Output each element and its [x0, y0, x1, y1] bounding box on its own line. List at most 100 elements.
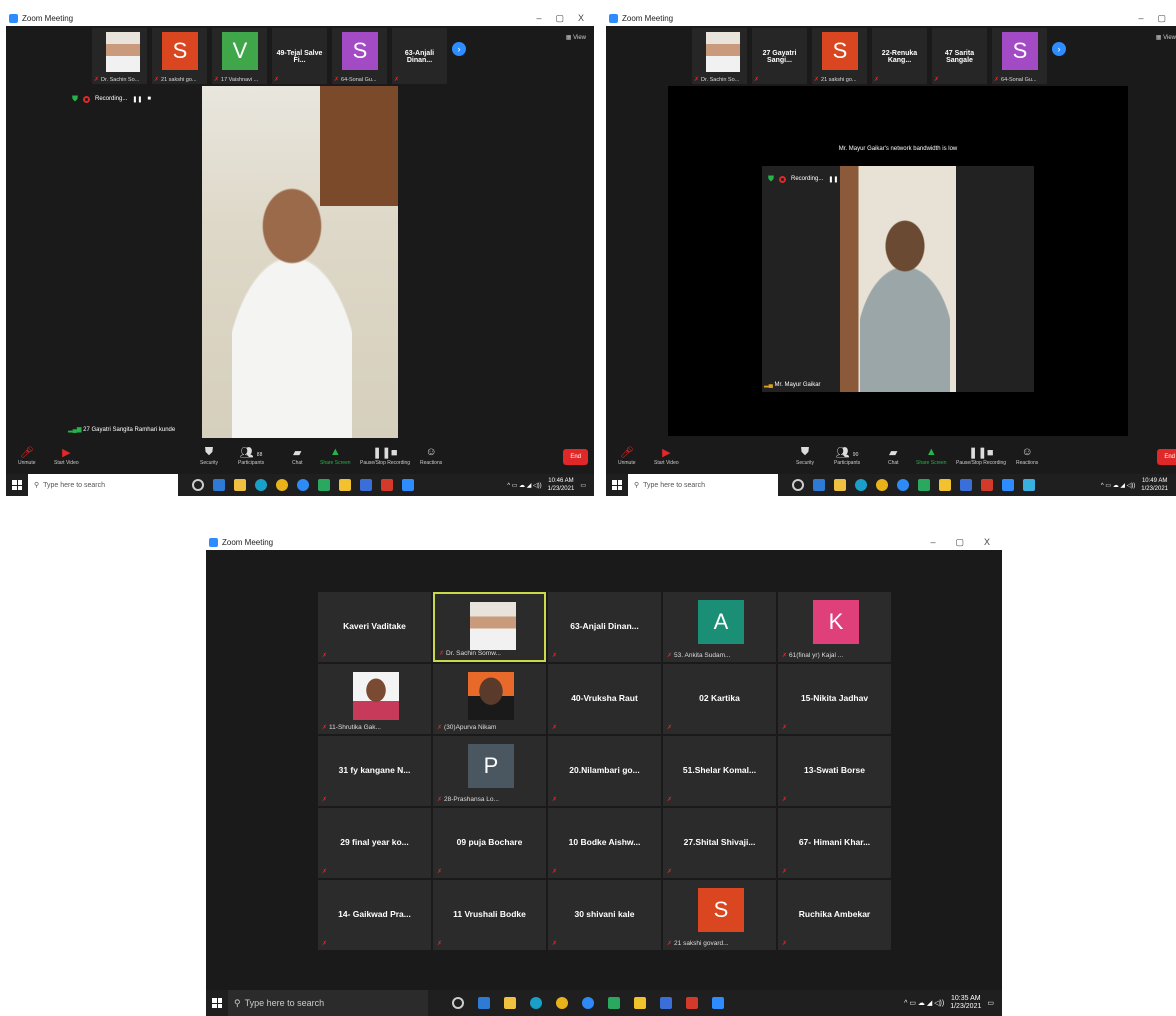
pdf-icon[interactable]: [381, 479, 393, 491]
clock[interactable]: 10:49 AM 1/23/2021: [1141, 477, 1168, 493]
participant-tile[interactable]: 40-Vruksha Raut ✗: [548, 664, 661, 734]
taskbar-search[interactable]: ⚲ Type here to search: [28, 474, 178, 496]
store-icon[interactable]: [478, 997, 490, 1009]
participant-tile[interactable]: 63-Anjali Dinan... ✗: [548, 592, 661, 662]
participant-thumbnail[interactable]: 49-Tejal Salve Fi... ✗: [272, 28, 327, 84]
participant-tile[interactable]: ✗ Dr. Sachin Somw...: [433, 592, 546, 662]
participant-tile[interactable]: 20.Nilambari go... ✗: [548, 736, 661, 806]
tray-icons[interactable]: ^ ▭ ☁ ◢ ◁)): [904, 999, 944, 1007]
chat-button[interactable]: ▰ Chat: [888, 446, 899, 466]
view-button[interactable]: ▦ View: [1156, 34, 1176, 41]
share-screen-button[interactable]: ▲ Share Screen: [320, 446, 351, 466]
lock-icon[interactable]: [834, 479, 846, 491]
participant-tile[interactable]: 51.Shelar Komal... ✗: [663, 736, 776, 806]
participant-tile[interactable]: Kaveri Vaditake ✗: [318, 592, 431, 662]
paint-icon[interactable]: [608, 997, 620, 1009]
edge-icon[interactable]: [255, 479, 267, 491]
stop-recording-icon[interactable]: ■: [147, 96, 151, 102]
end-meeting-button[interactable]: End: [563, 449, 588, 465]
participant-tile[interactable]: 14- Gaikwad Pra... ✗: [318, 880, 431, 950]
lock-icon[interactable]: [504, 997, 516, 1009]
participant-tile[interactable]: K ✗ 61(final yr) Kajal ...: [778, 592, 891, 662]
browser-icon[interactable]: [582, 997, 594, 1009]
participant-tile[interactable]: 11 Vrushali Bodke ✗: [433, 880, 546, 950]
close-button[interactable]: X: [578, 13, 584, 24]
start-video-button[interactable]: ▶︎ Start Video: [54, 446, 79, 466]
files-icon[interactable]: [634, 997, 646, 1009]
participant-tile[interactable]: 67- Himani Khar... ✗: [778, 808, 891, 878]
zoom-taskbar-icon[interactable]: [712, 997, 724, 1009]
edge-icon[interactable]: [855, 479, 867, 491]
participant-thumbnail[interactable]: ✗ Dr. Sachin So...: [692, 28, 747, 84]
participant-tile[interactable]: ✗ 11-Shrutika Gak...: [318, 664, 431, 734]
paint-icon[interactable]: [918, 479, 930, 491]
store-icon[interactable]: [813, 479, 825, 491]
participant-tile[interactable]: Ruchika Ambekar ✗: [778, 880, 891, 950]
participant-thumbnail[interactable]: S ✗ 64-Sonal Gu...: [992, 28, 1047, 84]
minimize-button[interactable]: –: [930, 537, 935, 548]
notifications-icon[interactable]: ▭: [987, 999, 994, 1007]
security-button[interactable]: ⛊ Security: [796, 446, 814, 466]
pdf-icon[interactable]: [686, 997, 698, 1009]
reactions-button[interactable]: ☺ Reactions: [420, 446, 442, 466]
windows-start-icon[interactable]: [12, 480, 22, 490]
participant-tile[interactable]: 31 fy kangane N... ✗: [318, 736, 431, 806]
participant-tile[interactable]: 27.Shital Shivaji... ✗: [663, 808, 776, 878]
pause-recording-icon[interactable]: ❚❚: [828, 176, 838, 183]
participant-thumbnail[interactable]: 63-Anjali Dinan... ✗: [392, 28, 447, 84]
start-video-button[interactable]: ▶︎ Start Video: [654, 446, 679, 466]
chrome-icon[interactable]: [556, 997, 568, 1009]
minimize-button[interactable]: –: [536, 13, 541, 24]
unmute-button[interactable]: 🎤︎ Unmute: [18, 446, 36, 466]
close-button[interactable]: X: [984, 537, 990, 548]
paint-icon[interactable]: [318, 479, 330, 491]
participant-tile[interactable]: A ✗ 53. Ankita Sudam...: [663, 592, 776, 662]
participant-thumbnail[interactable]: 47 Sarita Sangale ✗: [932, 28, 987, 84]
notifications-icon[interactable]: ▭: [580, 482, 586, 489]
chrome-icon[interactable]: [276, 479, 288, 491]
task-view-icon[interactable]: [452, 997, 464, 1009]
zoom-taskbar-icon[interactable]: [1002, 479, 1014, 491]
clock[interactable]: 10:35 AM 1/23/2021: [950, 995, 981, 1011]
pdf-icon[interactable]: [981, 479, 993, 491]
security-button[interactable]: ⛊ Security: [200, 446, 218, 466]
task-view-icon[interactable]: [792, 479, 804, 491]
windows-start-icon[interactable]: [612, 480, 622, 490]
notes-icon[interactable]: [660, 997, 672, 1009]
lock-icon[interactable]: [234, 479, 246, 491]
maximize-button[interactable]: ▢: [1157, 13, 1166, 24]
notes-icon[interactable]: [360, 479, 372, 491]
participant-thumbnail[interactable]: ✗ Dr. Sachin So...: [92, 28, 147, 84]
task-view-icon[interactable]: [192, 479, 204, 491]
participant-tile[interactable]: 30 shivani kale ✗: [548, 880, 661, 950]
share-screen-button[interactable]: ▲ Share Screen: [916, 446, 947, 466]
next-page-button[interactable]: ›: [1052, 42, 1066, 56]
pause-recording-button[interactable]: ❚❚■ Pause/Stop Recording: [360, 446, 410, 466]
notes-icon[interactable]: [960, 479, 972, 491]
next-page-button[interactable]: ›: [452, 42, 466, 56]
maximize-button[interactable]: ▢: [955, 537, 964, 548]
participants-button[interactable]: 👥︎ 88 Participants: [238, 446, 264, 466]
clock[interactable]: 10:46 AM 1/23/2021: [548, 477, 575, 493]
chat-button[interactable]: ▰ Chat: [292, 446, 303, 466]
files-icon[interactable]: [939, 479, 951, 491]
participant-thumbnail[interactable]: S ✗ 21 sakshi go...: [152, 28, 207, 84]
participant-thumbnail[interactable]: V ✗ 17 Vaishnavi ...: [212, 28, 267, 84]
participant-tile[interactable]: ✗ (30)Apurva Nikam: [433, 664, 546, 734]
photos-icon[interactable]: [1023, 479, 1035, 491]
participant-tile[interactable]: 15-Nikita Jadhav ✗: [778, 664, 891, 734]
zoom-taskbar-icon[interactable]: [402, 479, 414, 491]
pause-recording-icon[interactable]: ❚❚: [132, 96, 142, 103]
store-icon[interactable]: [213, 479, 225, 491]
participant-thumbnail[interactable]: 22-Renuka Kang... ✗: [872, 28, 927, 84]
minimize-button[interactable]: –: [1138, 13, 1143, 24]
pause-recording-button[interactable]: ❚❚■ Pause/Stop Recording: [956, 446, 1006, 466]
participant-tile[interactable]: S ✗ 21 sakshi govard...: [663, 880, 776, 950]
browser-icon[interactable]: [897, 479, 909, 491]
participant-thumbnail[interactable]: S ✗ 64-Sonal Gu...: [332, 28, 387, 84]
participant-tile[interactable]: P ✗ 28-Prashansa Lo...: [433, 736, 546, 806]
browser-icon[interactable]: [297, 479, 309, 491]
participant-tile[interactable]: 13-Swati Borse ✗: [778, 736, 891, 806]
end-meeting-button[interactable]: End: [1157, 449, 1176, 465]
tray-icons[interactable]: ^ ▭ ☁ ◢ ◁)): [1101, 482, 1135, 489]
